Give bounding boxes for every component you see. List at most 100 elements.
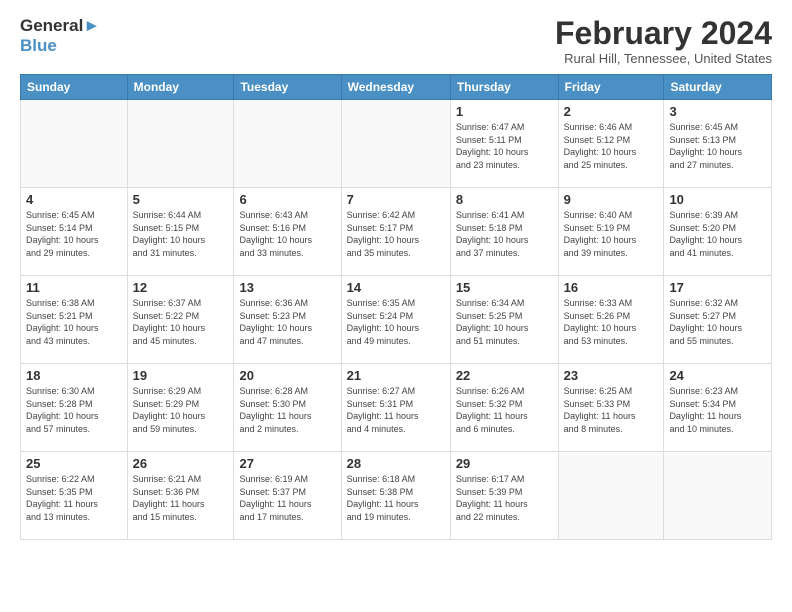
day-number: 6 xyxy=(239,192,335,207)
calendar-day-cell xyxy=(127,100,234,188)
day-number: 22 xyxy=(456,368,553,383)
calendar-day-cell: 15 Sunrise: 6:34 AMSunset: 5:25 PMDayligh… xyxy=(450,276,558,364)
calendar-week-row: 1 Sunrise: 6:47 AMSunset: 5:11 PMDaylight… xyxy=(21,100,772,188)
day-info: Sunrise: 6:33 AMSunset: 5:26 PMDaylight:… xyxy=(564,297,659,347)
day-number: 14 xyxy=(347,280,445,295)
calendar-day-cell: 14 Sunrise: 6:35 AMSunset: 5:24 PMDayligh… xyxy=(341,276,450,364)
calendar-day-cell xyxy=(341,100,450,188)
day-info: Sunrise: 6:29 AMSunset: 5:29 PMDaylight:… xyxy=(133,385,229,435)
day-info: Sunrise: 6:30 AMSunset: 5:28 PMDaylight:… xyxy=(26,385,122,435)
day-info: Sunrise: 6:27 AMSunset: 5:31 PMDaylight:… xyxy=(347,385,445,435)
calendar-day-header: Wednesday xyxy=(341,75,450,100)
calendar-week-row: 25 Sunrise: 6:22 AMSunset: 5:35 PMDayligh… xyxy=(21,452,772,540)
calendar-day-cell: 12Sunrise: 6:37 AMSunset: 5:22 PMDayligh… xyxy=(127,276,234,364)
calendar-day-cell xyxy=(21,100,128,188)
calendar-day-header: Thursday xyxy=(450,75,558,100)
calendar-day-cell: 23 Sunrise: 6:25 AMSunset: 5:33 PMDayligh… xyxy=(558,364,664,452)
calendar-day-cell: 1 Sunrise: 6:47 AMSunset: 5:11 PMDaylight… xyxy=(450,100,558,188)
day-info: Sunrise: 6:47 AMSunset: 5:11 PMDaylight:… xyxy=(456,121,553,171)
day-info: Sunrise: 6:36 AMSunset: 5:23 PMDaylight:… xyxy=(239,297,335,347)
calendar-day-cell xyxy=(234,100,341,188)
month-title: February 2024 xyxy=(555,16,772,51)
day-number: 7 xyxy=(347,192,445,207)
day-number: 28 xyxy=(347,456,445,471)
calendar-week-row: 18 Sunrise: 6:30 AMSunset: 5:28 PMDayligh… xyxy=(21,364,772,452)
calendar-day-header: Friday xyxy=(558,75,664,100)
location: Rural Hill, Tennessee, United States xyxy=(555,51,772,66)
day-info: Sunrise: 6:17 AMSunset: 5:39 PMDaylight:… xyxy=(456,473,553,523)
day-number: 15 xyxy=(456,280,553,295)
day-info: Sunrise: 6:22 AMSunset: 5:35 PMDaylight:… xyxy=(26,473,122,523)
calendar-day-cell: 20Sunrise: 6:28 AMSunset: 5:30 PMDayligh… xyxy=(234,364,341,452)
calendar-day-cell: 27 Sunrise: 6:19 AMSunset: 5:37 PMDayligh… xyxy=(234,452,341,540)
calendar-day-cell: 13 Sunrise: 6:36 AMSunset: 5:23 PMDayligh… xyxy=(234,276,341,364)
calendar-day-cell xyxy=(664,452,772,540)
calendar-day-header: Sunday xyxy=(21,75,128,100)
calendar-day-cell: 3 Sunrise: 6:45 AMSunset: 5:13 PMDaylight… xyxy=(664,100,772,188)
calendar-day-cell: 21 Sunrise: 6:27 AMSunset: 5:31 PMDayligh… xyxy=(341,364,450,452)
calendar-header-row: SundayMondayTuesdayWednesdayThursdayFrid… xyxy=(21,75,772,100)
day-number: 29 xyxy=(456,456,553,471)
calendar-day-cell: 18 Sunrise: 6:30 AMSunset: 5:28 PMDayligh… xyxy=(21,364,128,452)
day-number: 2 xyxy=(564,104,659,119)
day-number: 9 xyxy=(564,192,659,207)
calendar-day-cell: 17 Sunrise: 6:32 AMSunset: 5:27 PMDayligh… xyxy=(664,276,772,364)
day-info: Sunrise: 6:32 AMSunset: 5:27 PMDaylight:… xyxy=(669,297,766,347)
day-number: 26 xyxy=(133,456,229,471)
day-number: 23 xyxy=(564,368,659,383)
day-number: 3 xyxy=(669,104,766,119)
day-number: 8 xyxy=(456,192,553,207)
day-number: 4 xyxy=(26,192,122,207)
calendar-day-cell: 10Sunrise: 6:39 AMSunset: 5:20 PMDayligh… xyxy=(664,188,772,276)
day-info: Sunrise: 6:44 AMSunset: 5:15 PMDaylight:… xyxy=(133,209,229,259)
day-number: 24 xyxy=(669,368,766,383)
day-number: 13 xyxy=(239,280,335,295)
day-info: Sunrise: 6:38 AMSunset: 5:21 PMDaylight:… xyxy=(26,297,122,347)
calendar-day-cell: 29 Sunrise: 6:17 AMSunset: 5:39 PMDayligh… xyxy=(450,452,558,540)
page: General► Blue February 2024 Rural Hill, … xyxy=(0,0,792,550)
day-info: Sunrise: 6:34 AMSunset: 5:25 PMDaylight:… xyxy=(456,297,553,347)
calendar-day-cell: 5 Sunrise: 6:44 AMSunset: 5:15 PMDaylight… xyxy=(127,188,234,276)
day-number: 10 xyxy=(669,192,766,207)
calendar-day-cell: 16 Sunrise: 6:33 AMSunset: 5:26 PMDayligh… xyxy=(558,276,664,364)
day-info: Sunrise: 6:42 AMSunset: 5:17 PMDaylight:… xyxy=(347,209,445,259)
day-number: 27 xyxy=(239,456,335,471)
day-number: 5 xyxy=(133,192,229,207)
day-number: 17 xyxy=(669,280,766,295)
day-number: 25 xyxy=(26,456,122,471)
day-number: 21 xyxy=(347,368,445,383)
day-number: 1 xyxy=(456,104,553,119)
day-info: Sunrise: 6:25 AMSunset: 5:33 PMDaylight:… xyxy=(564,385,659,435)
day-number: 20 xyxy=(239,368,335,383)
calendar: SundayMondayTuesdayWednesdayThursdayFrid… xyxy=(20,74,772,540)
calendar-day-cell: 2 Sunrise: 6:46 AMSunset: 5:12 PMDaylight… xyxy=(558,100,664,188)
calendar-day-cell: 9Sunrise: 6:40 AMSunset: 5:19 PMDaylight… xyxy=(558,188,664,276)
calendar-day-cell: 7 Sunrise: 6:42 AMSunset: 5:17 PMDaylight… xyxy=(341,188,450,276)
day-info: Sunrise: 6:45 AMSunset: 5:13 PMDaylight:… xyxy=(669,121,766,171)
logo: General► Blue xyxy=(20,16,100,55)
calendar-day-header: Saturday xyxy=(664,75,772,100)
day-number: 11 xyxy=(26,280,122,295)
calendar-day-cell: 25 Sunrise: 6:22 AMSunset: 5:35 PMDayligh… xyxy=(21,452,128,540)
title-block: February 2024 Rural Hill, Tennessee, Uni… xyxy=(555,16,772,66)
day-number: 16 xyxy=(564,280,659,295)
calendar-day-cell: 11 Sunrise: 6:38 AMSunset: 5:21 PMDayligh… xyxy=(21,276,128,364)
day-info: Sunrise: 6:41 AMSunset: 5:18 PMDaylight:… xyxy=(456,209,553,259)
day-info: Sunrise: 6:21 AMSunset: 5:36 PMDaylight:… xyxy=(133,473,229,523)
day-info: Sunrise: 6:18 AMSunset: 5:38 PMDaylight:… xyxy=(347,473,445,523)
calendar-day-cell: 22 Sunrise: 6:26 AMSunset: 5:32 PMDayligh… xyxy=(450,364,558,452)
day-number: 18 xyxy=(26,368,122,383)
calendar-week-row: 4Sunrise: 6:45 AMSunset: 5:14 PMDaylight… xyxy=(21,188,772,276)
day-info: Sunrise: 6:35 AMSunset: 5:24 PMDaylight:… xyxy=(347,297,445,347)
day-info: Sunrise: 6:26 AMSunset: 5:32 PMDaylight:… xyxy=(456,385,553,435)
calendar-day-cell: 6 Sunrise: 6:43 AMSunset: 5:16 PMDaylight… xyxy=(234,188,341,276)
calendar-day-cell: 8 Sunrise: 6:41 AMSunset: 5:18 PMDaylight… xyxy=(450,188,558,276)
day-info: Sunrise: 6:46 AMSunset: 5:12 PMDaylight:… xyxy=(564,121,659,171)
calendar-day-cell: 28 Sunrise: 6:18 AMSunset: 5:38 PMDayligh… xyxy=(341,452,450,540)
calendar-day-cell: 19Sunrise: 6:29 AMSunset: 5:29 PMDayligh… xyxy=(127,364,234,452)
header: General► Blue February 2024 Rural Hill, … xyxy=(20,16,772,66)
day-info: Sunrise: 6:19 AMSunset: 5:37 PMDaylight:… xyxy=(239,473,335,523)
day-info: Sunrise: 6:43 AMSunset: 5:16 PMDaylight:… xyxy=(239,209,335,259)
day-info: Sunrise: 6:37 AMSunset: 5:22 PMDaylight:… xyxy=(133,297,229,347)
calendar-day-header: Monday xyxy=(127,75,234,100)
